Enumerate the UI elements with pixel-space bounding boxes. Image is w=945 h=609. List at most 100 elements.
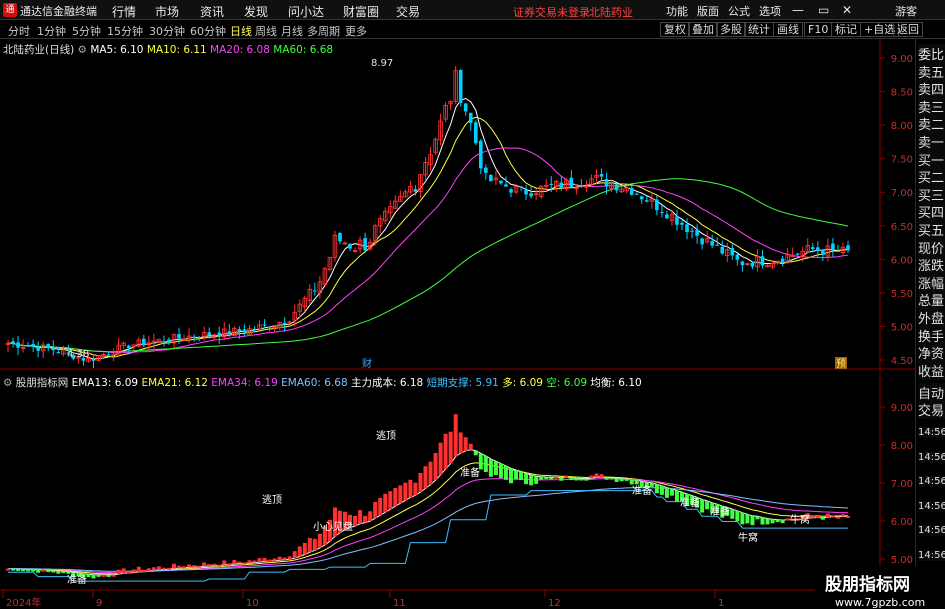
side-panel-item[interactable]: 14:56 <box>918 500 945 512</box>
candle-body-down <box>816 247 820 251</box>
signal-annotation: 准备 <box>710 505 730 518</box>
menu-ask[interactable]: 问小达 <box>288 3 324 20</box>
menu-news[interactable]: 资讯 <box>200 3 224 20</box>
side-panel-item[interactable]: 买五 <box>918 220 945 239</box>
signal-bar <box>242 562 247 565</box>
side-panel-item[interactable]: 14:56 <box>918 451 945 463</box>
login-notice[interactable]: 证券交易未登录 <box>513 4 590 20</box>
signal-bar <box>21 569 26 572</box>
chart-title: 北陆药业(日线) <box>3 44 75 56</box>
menu-function[interactable]: 功能 <box>666 3 688 19</box>
tab-60min[interactable]: 60分钟 <box>190 23 226 39</box>
tab-intraday[interactable]: 分时 <box>8 23 30 39</box>
tab-multi-period[interactable]: 多周期 <box>307 23 340 39</box>
signal-bar <box>654 484 659 494</box>
side-panel-item[interactable]: 涨跌 <box>918 255 945 275</box>
candle-body-down <box>730 248 735 256</box>
side-panel-item[interactable]: 卖二 <box>918 114 945 134</box>
overlay-button[interactable]: 叠加 <box>688 22 718 37</box>
candle-body-down <box>846 245 850 251</box>
side-panel-item[interactable]: 14:56 <box>918 549 945 561</box>
side-panel-item[interactable]: 收益 <box>918 360 945 380</box>
settings-gear-icon[interactable]: ⚙ <box>78 44 91 56</box>
ma10-label: MA10: 6.11 <box>146 44 207 56</box>
tab-15min[interactable]: 15分钟 <box>107 23 143 39</box>
side-panel-item[interactable]: 卖四 <box>918 79 945 99</box>
signal-bar <box>26 569 31 572</box>
menu-discover[interactable]: 发现 <box>244 3 268 20</box>
tab-monthly[interactable]: 月线 <box>281 23 303 39</box>
side-panel-item[interactable]: 卖三 <box>918 96 945 116</box>
side-panel-item[interactable]: 换手 <box>918 325 945 345</box>
tab-1min[interactable]: 1分钟 <box>37 23 66 39</box>
signal-bar <box>207 564 212 567</box>
adjust-button[interactable]: 复权 <box>660 22 690 37</box>
signal-bar <box>830 515 835 518</box>
candle-body-down <box>780 258 785 264</box>
side-panel-item[interactable]: 买四 <box>918 202 945 222</box>
multi-stock-button[interactable]: 多股 <box>716 22 746 37</box>
signal-bar <box>589 475 594 479</box>
signal-bar <box>463 437 468 451</box>
side-panel-item[interactable]: 14:56 <box>918 476 945 487</box>
signal-bar <box>564 476 569 479</box>
side-panel-item[interactable]: 买三 <box>918 184 945 204</box>
tab-more[interactable]: 更多 <box>345 23 367 39</box>
candle-body-down <box>242 329 247 333</box>
side-panel-item[interactable]: 总量 <box>918 290 945 310</box>
back-button[interactable]: 返回 <box>893 22 923 37</box>
signal-bar <box>544 477 549 480</box>
tab-5min[interactable]: 5分钟 <box>72 23 101 39</box>
high-price-label: 8.97 <box>371 58 393 69</box>
side-panel-item[interactable]: 买一 <box>918 149 945 169</box>
candle-body-down <box>126 345 131 349</box>
signal-bar <box>307 537 312 553</box>
menu-formula[interactable]: 公式 <box>728 3 750 19</box>
ema21-label: EMA21: 6.12 <box>141 377 208 389</box>
guest-label[interactable]: 游客 <box>895 3 917 19</box>
signal-bar <box>745 514 750 524</box>
signal-bar <box>418 473 423 493</box>
side-panel-item[interactable]: 卖五 <box>918 61 945 81</box>
f10-button[interactable]: F10 <box>804 22 833 37</box>
menu-market[interactable]: 市场 <box>155 3 179 20</box>
candle-body-down <box>504 184 508 187</box>
candle-body-down <box>740 261 745 266</box>
side-panel-item[interactable]: 涨幅 <box>918 272 945 292</box>
maximize-icon[interactable]: ▭ <box>818 3 829 17</box>
tab-daily[interactable]: 日线 <box>230 23 252 39</box>
side-panel-item[interactable]: 14:56 <box>918 525 945 536</box>
menu-layout[interactable]: 版面 <box>697 3 719 19</box>
mark-button[interactable]: 标记 <box>831 22 861 37</box>
tab-30min[interactable]: 30分钟 <box>149 23 185 39</box>
stats-button[interactable]: 统计 <box>744 22 774 37</box>
candle-body-down <box>458 69 463 103</box>
side-panel-item[interactable]: 外盘 <box>918 308 945 327</box>
side-panel-item[interactable]: 交易 <box>918 400 945 419</box>
signal-annotation: 逃顶 <box>376 429 396 442</box>
signal-bar <box>312 538 317 551</box>
draw-button[interactable]: 画线 <box>773 22 803 37</box>
side-panel-item[interactable]: 14:56 <box>918 427 945 438</box>
minimize-icon[interactable]: — <box>792 3 804 17</box>
menu-wealth[interactable]: 财富圈 <box>343 3 379 20</box>
side-panel-item[interactable]: 卖一 <box>918 132 945 151</box>
side-panel-item[interactable]: 买二 <box>918 167 945 187</box>
ema34-label: EMA34: 6.19 <box>211 377 278 389</box>
main-y-label: 5.00 <box>891 322 913 333</box>
menu-quotes[interactable]: 行情 <box>112 3 136 20</box>
close-icon[interactable]: ✕ <box>842 3 852 17</box>
signal-bar <box>700 499 705 513</box>
side-panel-item[interactable]: 净资 <box>918 343 945 363</box>
tab-weekly[interactable]: 周线 <box>255 23 277 39</box>
signal-bar <box>423 466 428 489</box>
menu-trade[interactable]: 交易 <box>396 3 420 20</box>
indicator-settings-icon[interactable]: ⚙ <box>3 377 12 389</box>
kline-chart[interactable]: 逃顶逃顶小心见盘准备准备准备准备准备牛窝牛窝 9.008.508.007.507… <box>0 39 915 609</box>
signal-annotation: 准备 <box>67 573 87 586</box>
signal-bar <box>187 564 192 568</box>
candle-body-down <box>831 243 835 250</box>
side-panel-item[interactable]: 现价 <box>918 237 945 257</box>
side-panel-item[interactable]: 委比 <box>918 44 945 63</box>
menu-options[interactable]: 选项 <box>759 3 781 19</box>
